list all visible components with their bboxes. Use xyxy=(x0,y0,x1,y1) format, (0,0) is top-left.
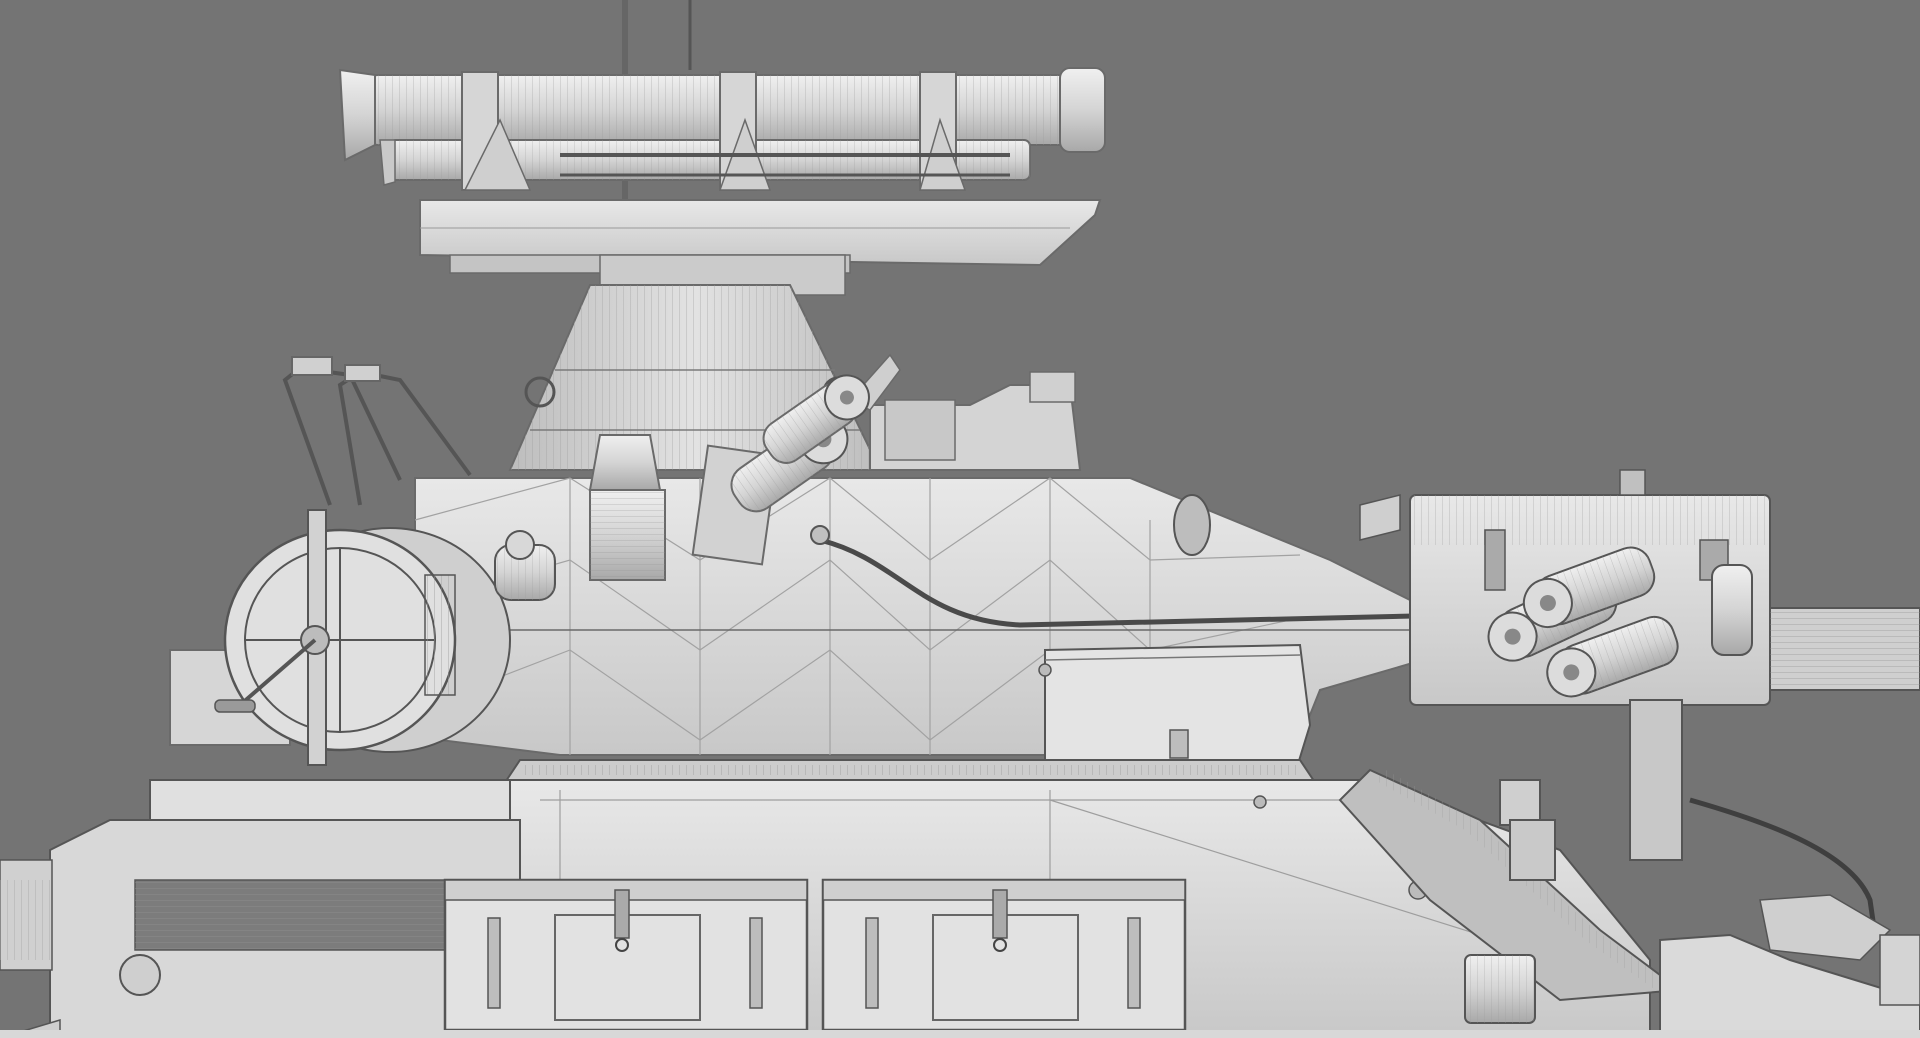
ammo-crate-left xyxy=(443,878,809,1032)
antenna-base xyxy=(588,434,666,581)
ground-plane xyxy=(0,1030,1920,1038)
turret-top-hatches xyxy=(848,353,1082,471)
hull-canister xyxy=(1464,954,1536,1024)
turret-body xyxy=(414,477,1472,756)
cable-reel xyxy=(169,509,511,766)
front-hull-plates xyxy=(1659,894,1920,1038)
tank-model-render xyxy=(0,0,1920,1038)
missile-launcher xyxy=(338,67,1106,191)
ammo-crate-right xyxy=(821,878,1187,1032)
render-viewport xyxy=(0,0,1920,1038)
launcher-platform xyxy=(419,199,1102,296)
rear-deck xyxy=(0,779,521,1038)
